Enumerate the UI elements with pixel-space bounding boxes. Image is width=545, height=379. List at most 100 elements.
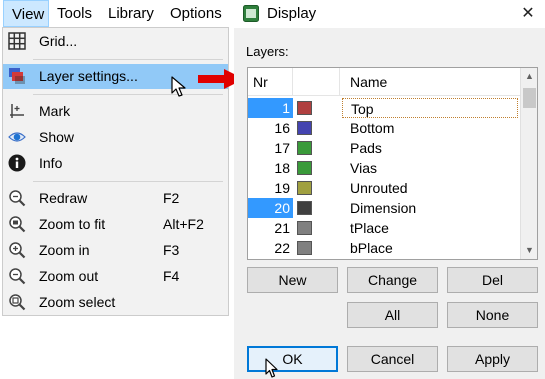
layer-color-swatch — [297, 101, 312, 115]
scroll-down-icon[interactable]: ▼ — [521, 242, 537, 259]
menu-item-label: Zoom to fit — [39, 216, 106, 232]
menu-item-label: Show — [39, 129, 75, 145]
zoom-redraw-icon — [9, 190, 26, 207]
menu-library[interactable]: Library — [108, 0, 154, 27]
zoom-in-icon — [9, 242, 26, 259]
layer-name: Pads — [350, 140, 382, 156]
scroll-up-icon[interactable]: ▲ — [521, 68, 537, 85]
table-row[interactable]: 16 Bottom — [248, 118, 520, 138]
menu-separator — [33, 94, 223, 95]
menu-item-zoom-to-fit[interactable]: Zoom to fit Alt+F2 — [3, 212, 228, 237]
layers-icon — [9, 68, 25, 84]
display-dialog: Display ✕ Layers: Nr Name 1 Top 16 Botto… — [234, 0, 545, 379]
menu-item-shortcut: Alt+F2 — [163, 216, 204, 232]
mouse-cursor-icon — [265, 358, 278, 378]
layer-nr: 17 — [274, 140, 290, 156]
layer-name: Bottom — [350, 120, 395, 136]
table-row[interactable]: 20 Dimension — [248, 198, 520, 218]
layer-nr: 1 — [248, 98, 293, 118]
column-header-color[interactable] — [293, 68, 340, 96]
eye-icon — [8, 132, 26, 142]
table-row[interactable]: 22 bPlace — [248, 238, 520, 258]
menu-item-zoom-in[interactable]: Zoom in F3 — [3, 238, 228, 263]
view-menu-dropdown: Grid... Layer settings... Mark Show Info… — [2, 27, 229, 316]
menu-item-layer-settings[interactable]: Layer settings... — [3, 64, 228, 89]
layer-nr: 20 — [248, 198, 293, 218]
menu-item-label: Layer settings... — [39, 68, 138, 84]
menu-view[interactable]: View — [3, 0, 49, 27]
table-row[interactable]: 1 Top — [248, 98, 520, 118]
menu-item-grid[interactable]: Grid... — [3, 29, 228, 54]
menu-item-show[interactable]: Show — [3, 125, 228, 150]
layer-color-swatch — [297, 241, 312, 255]
change-button[interactable]: Change — [347, 267, 438, 293]
menu-item-redraw[interactable]: Redraw F2 — [3, 186, 228, 211]
table-row[interactable]: 19 Unrouted — [248, 178, 520, 198]
layer-nr: 16 — [274, 120, 290, 136]
menu-options[interactable]: Options — [170, 0, 222, 27]
menu-item-info[interactable]: Info — [3, 151, 228, 176]
del-button[interactable]: Del — [447, 267, 538, 293]
layer-nr: 21 — [274, 220, 290, 236]
menu-separator — [33, 59, 223, 60]
apply-button[interactable]: Apply — [447, 346, 538, 372]
layers-table[interactable]: Nr Name 1 Top 16 Bottom 17 Pads 18 Vias … — [247, 67, 538, 260]
layer-name: tPlace — [350, 220, 389, 236]
menu-item-label: Zoom in — [39, 242, 90, 258]
menu-item-shortcut: F2 — [163, 190, 180, 206]
mark-icon — [10, 104, 24, 118]
menu-item-label: Zoom select — [39, 294, 116, 310]
layers-label: Layers: — [246, 44, 289, 59]
column-header-name[interactable]: Name — [340, 68, 520, 96]
menu-separator — [33, 181, 223, 182]
ok-button[interactable]: OK — [247, 346, 338, 372]
all-button[interactable]: All — [347, 302, 438, 328]
none-button[interactable]: None — [447, 302, 538, 328]
menu-item-label: Grid... — [39, 33, 78, 49]
layer-color-swatch — [297, 221, 312, 235]
layer-color-swatch — [297, 161, 312, 175]
cancel-button[interactable]: Cancel — [347, 346, 438, 372]
menu-item-mark[interactable]: Mark — [3, 99, 228, 124]
menu-item-shortcut: F3 — [163, 242, 180, 258]
layer-name: Dimension — [350, 200, 417, 216]
dialog-title: Display — [267, 5, 317, 22]
layer-name: Unrouted — [350, 180, 408, 196]
layer-nr: 18 — [274, 160, 290, 176]
new-button[interactable]: New — [247, 267, 338, 293]
menu-tools[interactable]: Tools — [57, 0, 92, 27]
menu-item-label: Redraw — [39, 190, 88, 206]
menubar: View Tools Library Options — [0, 0, 232, 27]
menu-item-label: Zoom out — [39, 268, 99, 284]
layer-nr: 22 — [274, 240, 290, 256]
table-row[interactable]: 17 Pads — [248, 138, 520, 158]
layer-color-swatch — [297, 181, 312, 195]
zoom-out-icon — [9, 268, 26, 285]
dialog-titlebar: Display ✕ — [234, 0, 545, 28]
mouse-cursor-icon — [171, 76, 186, 97]
close-button[interactable]: ✕ — [517, 3, 539, 25]
vertical-scrollbar[interactable]: ▲ ▼ — [520, 68, 537, 259]
layer-name: bPlace — [350, 240, 393, 256]
layer-color-swatch — [297, 201, 312, 215]
scrollbar-thumb[interactable] — [523, 88, 536, 108]
table-row[interactable]: 21 tPlace — [248, 218, 520, 238]
zoom-fit-icon — [9, 216, 26, 233]
menu-item-shortcut: F4 — [163, 268, 180, 284]
column-header-nr[interactable]: Nr — [248, 68, 293, 96]
layer-name: Top — [342, 98, 518, 118]
app-icon — [243, 5, 259, 22]
menu-item-zoom-select[interactable]: Zoom select — [3, 290, 228, 315]
table-header: Nr Name — [248, 68, 520, 96]
layer-name: Vias — [350, 160, 377, 176]
layer-nr: 19 — [274, 180, 290, 196]
menu-item-label: Info — [39, 155, 63, 171]
zoom-select-icon — [9, 294, 26, 311]
layer-color-swatch — [297, 141, 312, 155]
menu-item-zoom-out[interactable]: Zoom out F4 — [3, 264, 228, 289]
table-row[interactable]: 18 Vias — [248, 158, 520, 178]
grid-icon — [8, 32, 26, 50]
info-icon — [8, 154, 26, 172]
layer-color-swatch — [297, 121, 312, 135]
menu-item-label: Mark — [39, 103, 71, 119]
